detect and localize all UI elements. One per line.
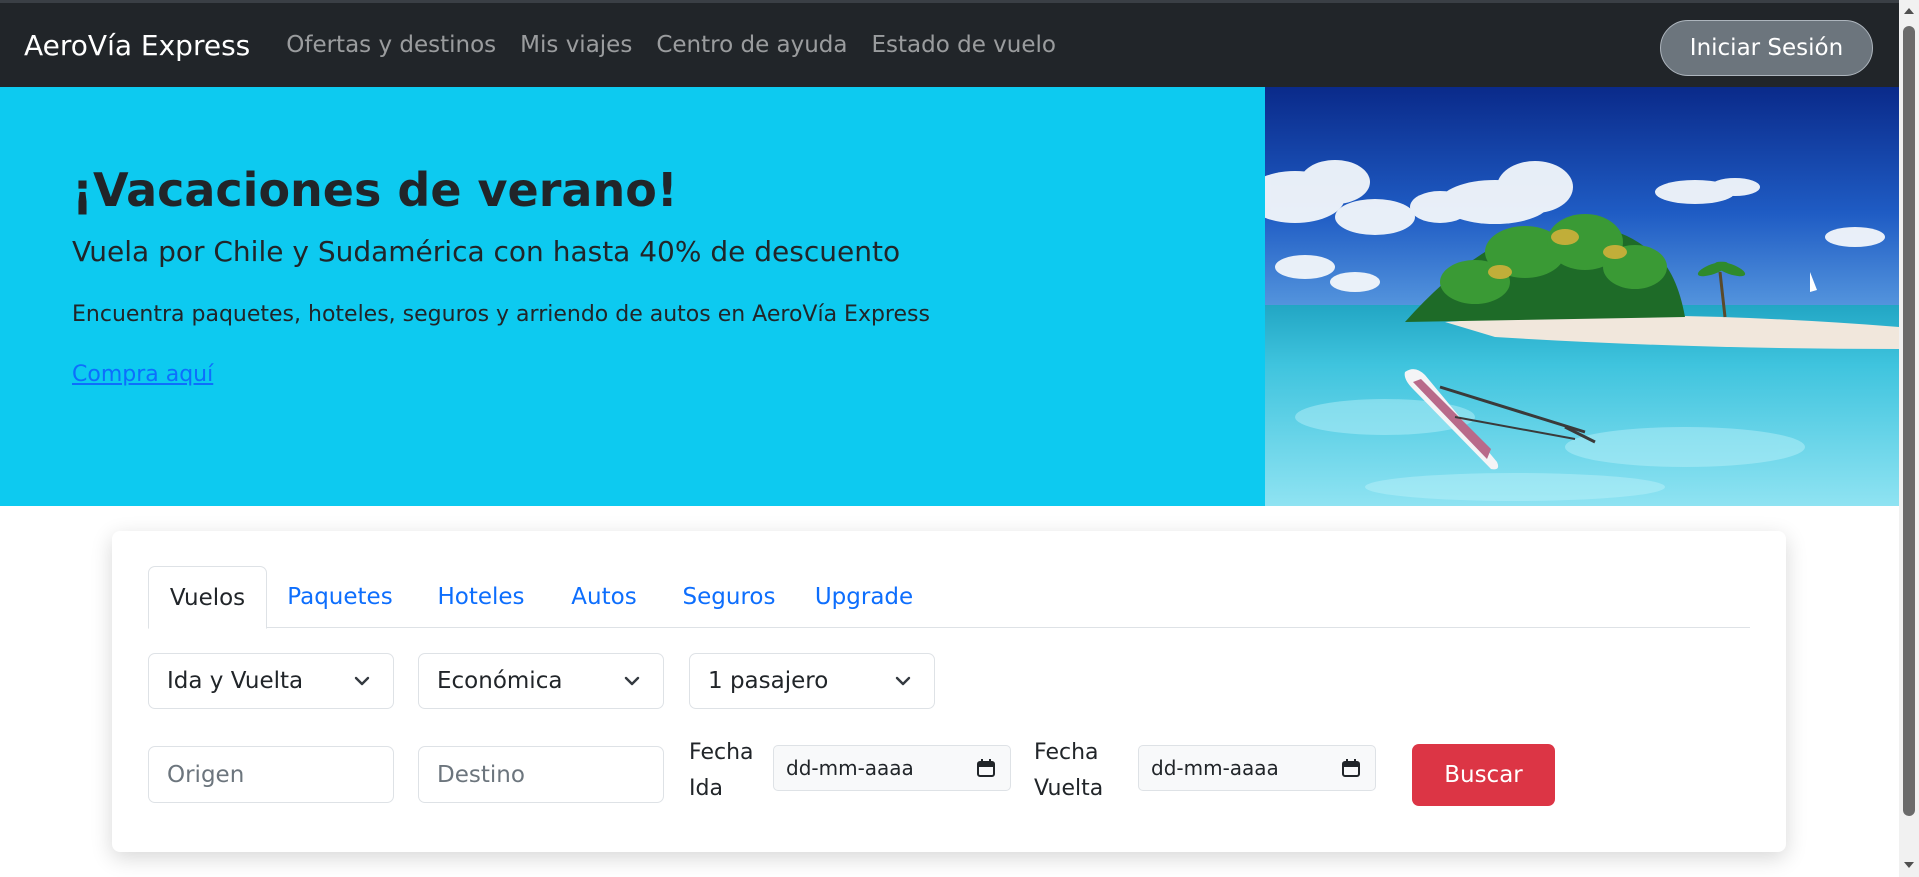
page-scrollbar[interactable] — [1899, 0, 1919, 877]
tab-upgrade[interactable]: Upgrade — [799, 566, 929, 628]
search-card: Vuelos Paquetes Hoteles Autos Seguros Up… — [112, 531, 1786, 852]
login-button[interactable]: Iniciar Sesión — [1660, 20, 1873, 76]
calendar-icon — [1342, 759, 1360, 777]
nav-link-flight-status[interactable]: Estado de vuelo — [872, 32, 1056, 58]
hero-description: Encuentra paquetes, hoteles, seguros y a… — [72, 302, 930, 327]
tab-hotels[interactable]: Hoteles — [413, 566, 549, 628]
tab-cars[interactable]: Autos — [549, 566, 659, 628]
scrollbar-thumb[interactable] — [1903, 26, 1915, 816]
origin-input[interactable] — [148, 746, 394, 803]
hero-title: ¡Vacaciones de verano! — [72, 163, 678, 217]
return-date-value: dd-mm-aaaa — [1151, 756, 1279, 780]
chevron-down-icon — [354, 676, 370, 686]
nav-link-offers[interactable]: Ofertas y destinos — [286, 32, 496, 58]
search-button[interactable]: Buscar — [1412, 744, 1555, 806]
departure-date-label: Fecha Ida — [689, 740, 754, 801]
tab-insurance[interactable]: Seguros — [659, 566, 799, 628]
scroll-down-arrow-icon[interactable] — [1904, 862, 1914, 868]
calendar-icon — [977, 759, 995, 777]
buy-here-link[interactable]: Compra aquí — [72, 362, 213, 387]
tropical-island-image — [1265, 87, 1899, 506]
tab-flights[interactable]: Vuelos — [148, 566, 267, 629]
tab-packages[interactable]: Paquetes — [267, 566, 413, 628]
brand-logo[interactable]: AeroVía Express — [24, 29, 250, 62]
nav-links: Ofertas y destinos Mis viajes Centro de … — [286, 32, 1080, 58]
scroll-up-arrow-icon[interactable] — [1904, 8, 1914, 14]
chevron-down-icon — [624, 676, 640, 686]
cabin-class-value: Económica — [437, 668, 563, 694]
passengers-value: 1 pasajero — [708, 668, 829, 694]
search-tabs: Vuelos Paquetes Hoteles Autos Seguros Up… — [148, 566, 1750, 629]
top-navbar: AeroVía Express Ofertas y destinos Mis v… — [0, 0, 1899, 87]
chevron-down-icon — [895, 676, 911, 686]
passengers-select[interactable]: 1 pasajero — [689, 653, 935, 709]
hero-banner: ¡Vacaciones de verano! Vuela por Chile y… — [0, 87, 1265, 506]
nav-link-my-trips[interactable]: Mis viajes — [520, 32, 632, 58]
trip-type-select[interactable]: Ida y Vuelta — [148, 653, 394, 709]
cabin-class-select[interactable]: Económica — [418, 653, 664, 709]
return-date-label: Fecha Vuelta — [1034, 740, 1104, 801]
departure-date-input[interactable]: dd-mm-aaaa — [773, 745, 1011, 791]
hero-subtitle: Vuela por Chile y Sudamérica con hasta 4… — [72, 235, 901, 268]
nav-link-help-center[interactable]: Centro de ayuda — [656, 32, 847, 58]
departure-date-value: dd-mm-aaaa — [786, 756, 914, 780]
trip-type-value: Ida y Vuelta — [167, 668, 304, 694]
destination-input[interactable] — [418, 746, 664, 803]
return-date-input[interactable]: dd-mm-aaaa — [1138, 745, 1376, 791]
